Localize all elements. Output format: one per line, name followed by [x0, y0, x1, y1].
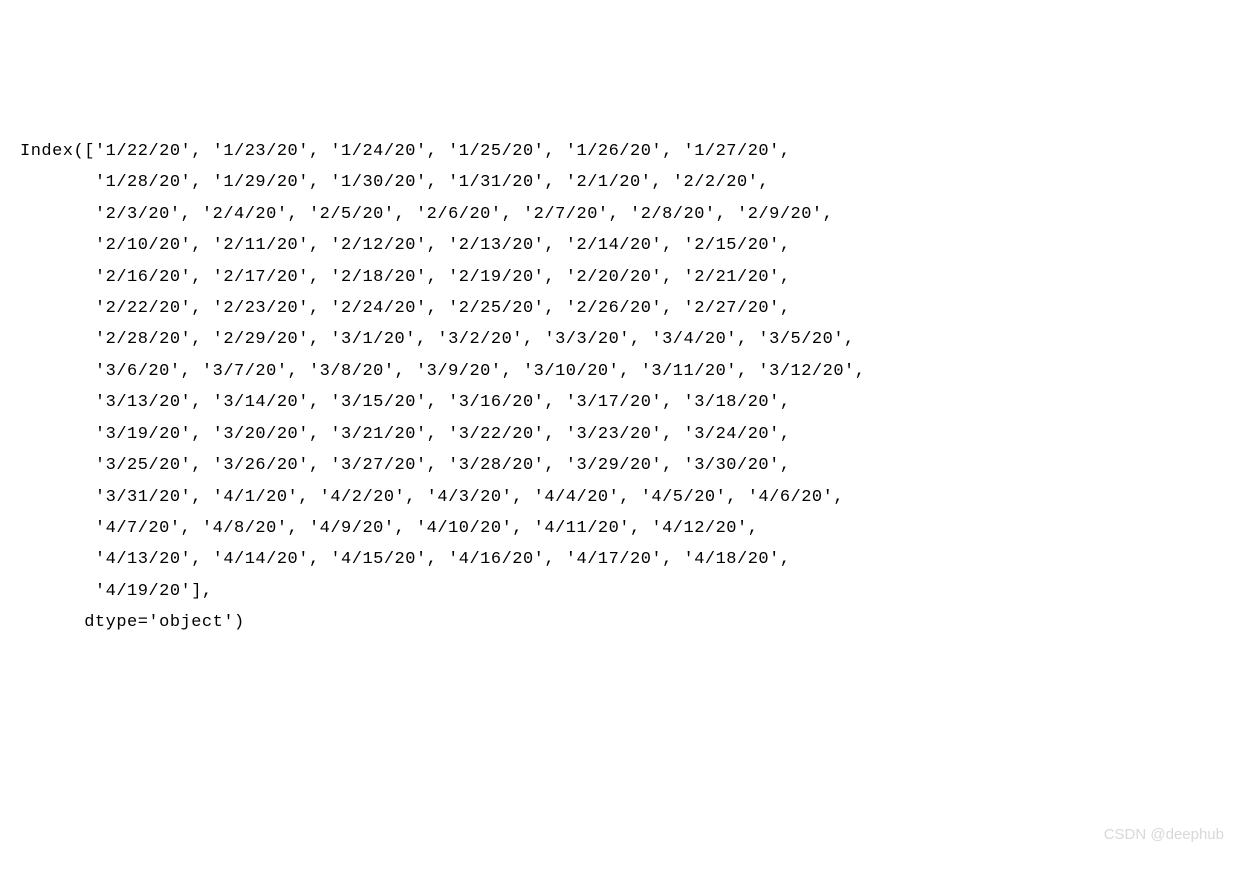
watermark-text: CSDN @deephub — [1104, 821, 1224, 849]
code-output: Index(['1/22/20', '1/23/20', '1/24/20', … — [20, 136, 1234, 639]
